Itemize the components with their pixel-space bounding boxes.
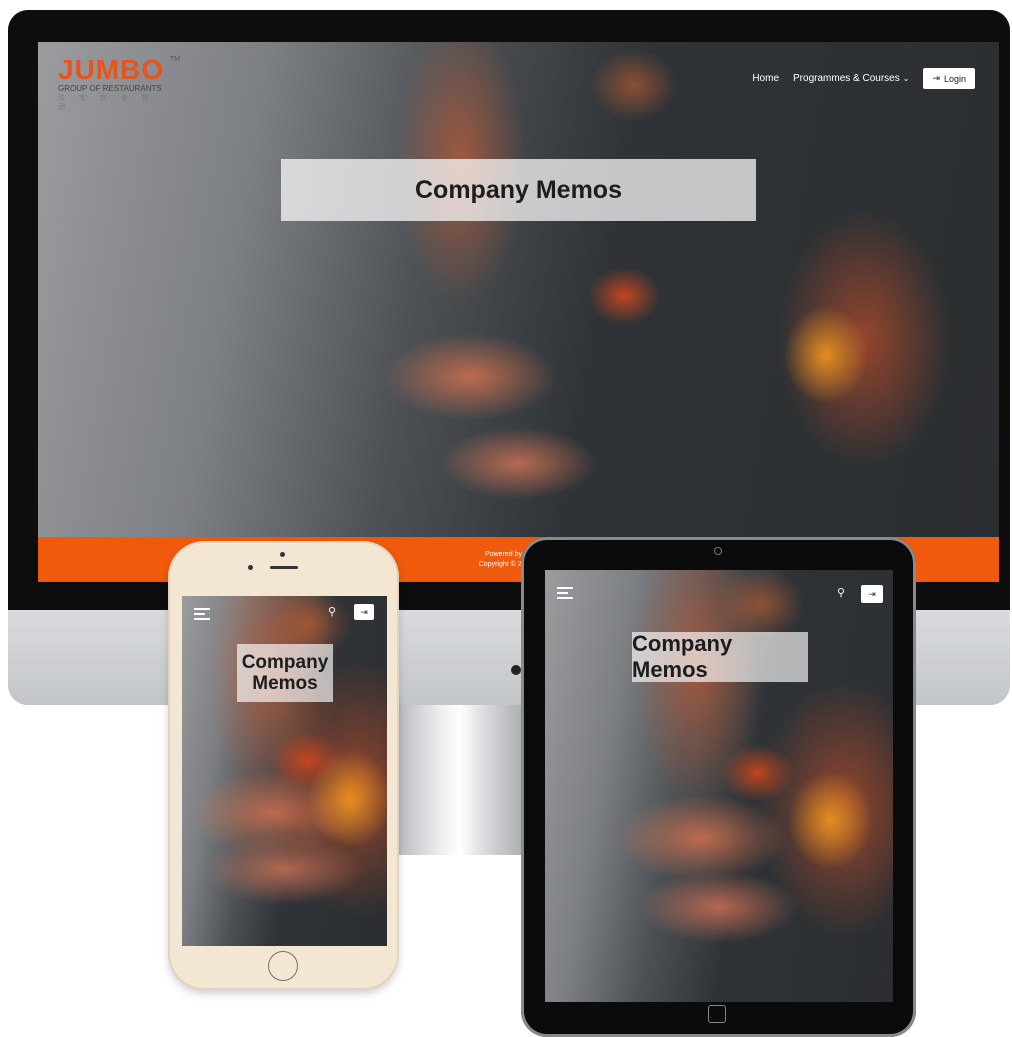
tablet-page-title: Company Memos (632, 631, 733, 682)
login-icon[interactable]: ⇥ (354, 604, 374, 620)
phone-speaker (270, 566, 298, 569)
nav-programmes[interactable]: Programmes & Courses ⌄ (793, 73, 909, 84)
phone-title-line2: Memos (252, 673, 318, 694)
main-nav: Home Programmes & Courses ⌄ ⇥ Login (752, 68, 975, 89)
tablet-screen: ⚲ ⇥ Company Memos (545, 570, 893, 1002)
search-icon[interactable]: ⚲ (837, 586, 845, 599)
logo-trademark: TM (170, 56, 181, 63)
monitor-stand (395, 705, 525, 855)
phone-title-box: Company Memos (237, 644, 333, 702)
chevron-down-icon: ⌄ (902, 74, 910, 83)
login-button-label: Login (943, 73, 966, 84)
monitor-logo-dot (511, 665, 521, 675)
phone-home-button[interactable] (268, 951, 298, 981)
phone-device: ⚲ ⇥ Company Memos (170, 543, 397, 988)
phone-page-title: Company Memos (242, 652, 329, 694)
search-icon[interactable]: ⚲ (328, 605, 336, 618)
site-header: JUMBO TM GROUP OF RESTAURANTS 珍 宝 饮 食 集 … (38, 42, 999, 122)
tablet-camera (714, 547, 722, 555)
phone-title-line1: Company (241, 652, 329, 673)
logo-wordmark: JUMBO (58, 54, 165, 85)
hamburger-menu-icon[interactable] (557, 587, 573, 599)
monitor-bezel: JUMBO TM GROUP OF RESTAURANTS 珍 宝 饮 食 集 … (8, 10, 1010, 610)
login-icon: ⇥ (932, 73, 940, 83)
hamburger-menu-icon[interactable] (194, 608, 210, 620)
jumbo-logo[interactable]: JUMBO TM GROUP OF RESTAURANTS 珍 宝 饮 食 集 … (58, 54, 180, 112)
phone-screen: ⚲ ⇥ Company Memos (182, 596, 387, 946)
page-title: Company Memos (415, 175, 622, 204)
login-icon[interactable]: ⇥ (861, 585, 883, 603)
login-button[interactable]: ⇥ Login (923, 68, 975, 89)
logo-subtitle: GROUP OF RESTAURANTS (58, 84, 162, 93)
nav-programmes-label: Programmes & Courses (793, 73, 900, 84)
hero-title-box: Company Memos (281, 159, 756, 221)
logo-chinese: 珍 宝 饮 食 集 团 (58, 95, 155, 111)
tablet-device: ⚲ ⇥ Company Memos (521, 537, 916, 1037)
tablet-title-box: Company Memos (632, 631, 808, 682)
nav-home[interactable]: Home (752, 73, 779, 84)
desktop-screen: JUMBO TM GROUP OF RESTAURANTS 珍 宝 饮 食 集 … (38, 42, 999, 582)
phone-camera (280, 552, 285, 557)
tablet-home-button[interactable] (708, 1005, 726, 1023)
phone-sensor (248, 565, 253, 570)
